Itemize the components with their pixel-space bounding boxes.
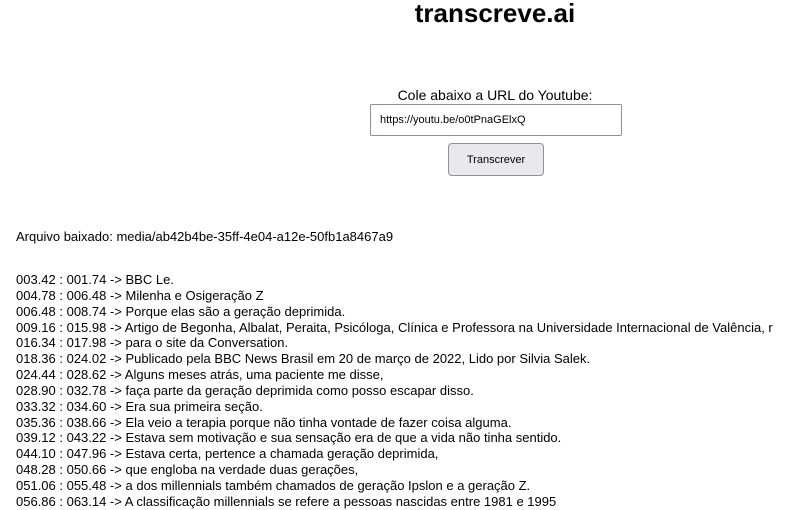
transcript-line: 006.48 : 008.74 -> Porque elas são a ger… bbox=[16, 303, 346, 319]
transcript-line: 056.86 : 063.14 -> A classificação mille… bbox=[16, 493, 557, 509]
transcript-line: 051.06 : 055.48 -> a dos millennials tam… bbox=[16, 477, 531, 493]
transcript-line: 044.10 : 047.96 -> Estava certa, pertenc… bbox=[16, 446, 439, 462]
url-field-label: Cole abaixo a URL do Youtube: bbox=[397, 87, 593, 103]
downloaded-file-status: Arquivo baixado: media/ab42b4be-35ff-4e0… bbox=[16, 229, 394, 244]
youtube-url-input[interactable] bbox=[370, 104, 622, 136]
transcript-line: 003.42 : 001.74 -> BBC Le. bbox=[16, 272, 174, 287]
transcript-line: 033.32 : 034.60 -> Era sua primeira seçã… bbox=[16, 398, 263, 414]
transcript-line: 024.44 : 028.62 -> Alguns meses atrás, u… bbox=[16, 367, 384, 383]
transcript-line: 004.78 : 006.48 -> Milenha e Osigeração … bbox=[16, 287, 264, 303]
transcribe-button[interactable]: Transcrever bbox=[448, 143, 544, 176]
transcript-line: 028.90 : 032.78 -> faça parte da geração… bbox=[16, 382, 474, 398]
transcript-list: 003.42 : 001.74 -> BBC Le. 004.78 : 006.… bbox=[16, 272, 773, 510]
transcript-line: 018.36 : 024.02 -> Publicado pela BBC Ne… bbox=[16, 351, 591, 367]
transcript-line: 035.36 : 038.66 -> Ela veio a terapia po… bbox=[16, 414, 512, 430]
app-title: transcreve.ai bbox=[414, 0, 576, 28]
transcript-line: 048.28 : 050.66 -> que engloba na verdad… bbox=[16, 462, 359, 478]
transcript-line: 009.16 : 015.98 -> Artigo de Begonha, Al… bbox=[16, 319, 773, 335]
transcript-line: 016.34 : 017.98 -> para o site da Conver… bbox=[16, 335, 289, 351]
transcript-line: 039.12 : 043.22 -> Estava sem motivação … bbox=[16, 430, 562, 446]
url-form: Cole abaixo a URL do Youtube: Transcreve… bbox=[0, 86, 800, 176]
